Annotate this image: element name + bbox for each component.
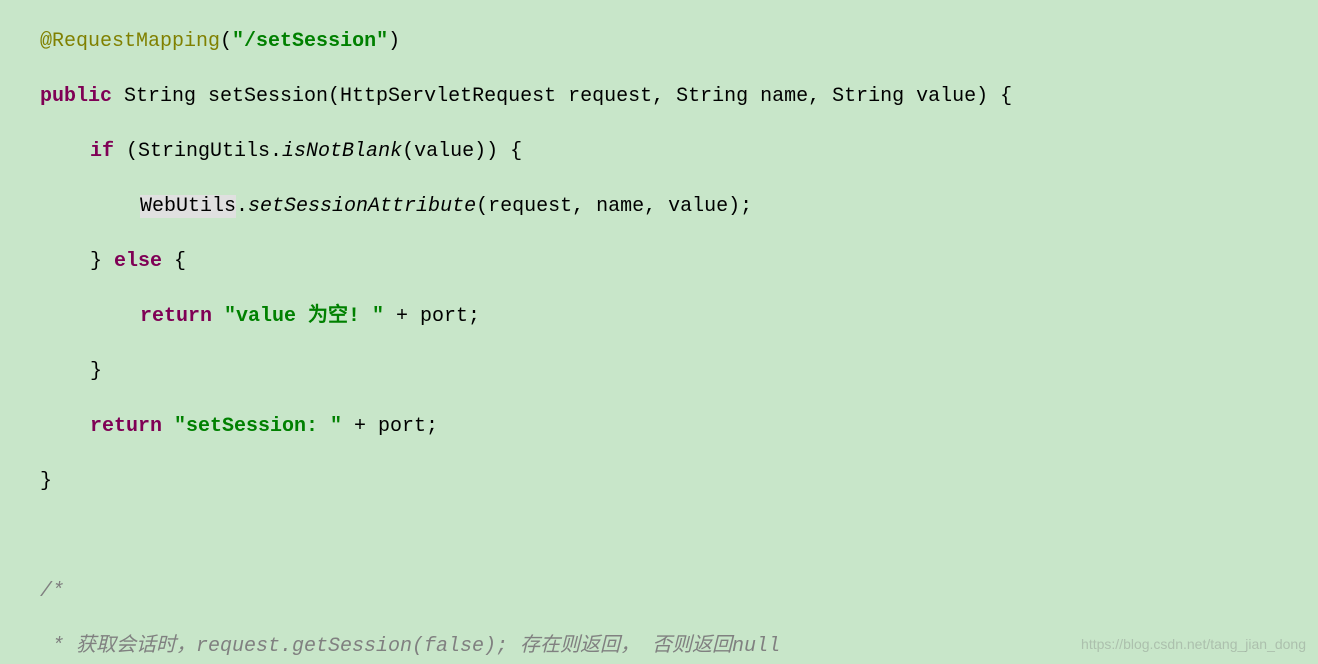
comment: * 获取会话时，request.getSession(false); 存在则返回… [40,635,780,658]
code-line: public String setSession(HttpServletRequ… [0,83,1318,111]
code-line: return "setSession: " + port; [0,413,1318,441]
keyword: if [90,140,126,163]
method-italic: isNotBlank [282,140,402,163]
code-line: WebUtils.setSessionAttribute(request, na… [0,193,1318,221]
code-line: } [0,358,1318,386]
t: { [174,250,186,273]
keyword: return [140,305,224,328]
string: "value 为空! " [224,305,396,328]
t: String setSession(HttpServletRequest req… [124,85,1012,108]
code-line: @RequestMapping("/setSession") [0,28,1318,56]
code-block: @RequestMapping("/setSession") public St… [0,0,1318,664]
comment: /* [40,580,64,603]
t: ) [388,30,400,53]
t: } [90,250,114,273]
t: (StringUtils. [126,140,282,163]
keyword: public [40,85,124,108]
t: + port; [396,305,480,328]
code-line: if (StringUtils.isNotBlank(value)) { [0,138,1318,166]
t: (value)) { [402,140,522,163]
t: } [40,470,52,493]
watermark: https://blog.csdn.net/tang_jian_dong [1081,631,1306,659]
t: . [236,195,248,218]
highlighted: WebUtils [140,195,236,218]
t: ( [220,30,232,53]
t: + port; [354,415,438,438]
code-line: /* [0,578,1318,606]
t [40,525,52,548]
annotation: @RequestMapping [40,30,220,53]
t: (request, name, value); [476,195,752,218]
string: "setSession: " [174,415,354,438]
keyword: return [90,415,174,438]
code-line: } else { [0,248,1318,276]
t: } [90,360,102,383]
method-italic: setSessionAttribute [248,195,476,218]
code-line: return "value 为空! " + port; [0,303,1318,331]
code-line [0,523,1318,551]
string: "/setSession" [232,30,388,53]
code-line: } [0,468,1318,496]
keyword: else [114,250,174,273]
